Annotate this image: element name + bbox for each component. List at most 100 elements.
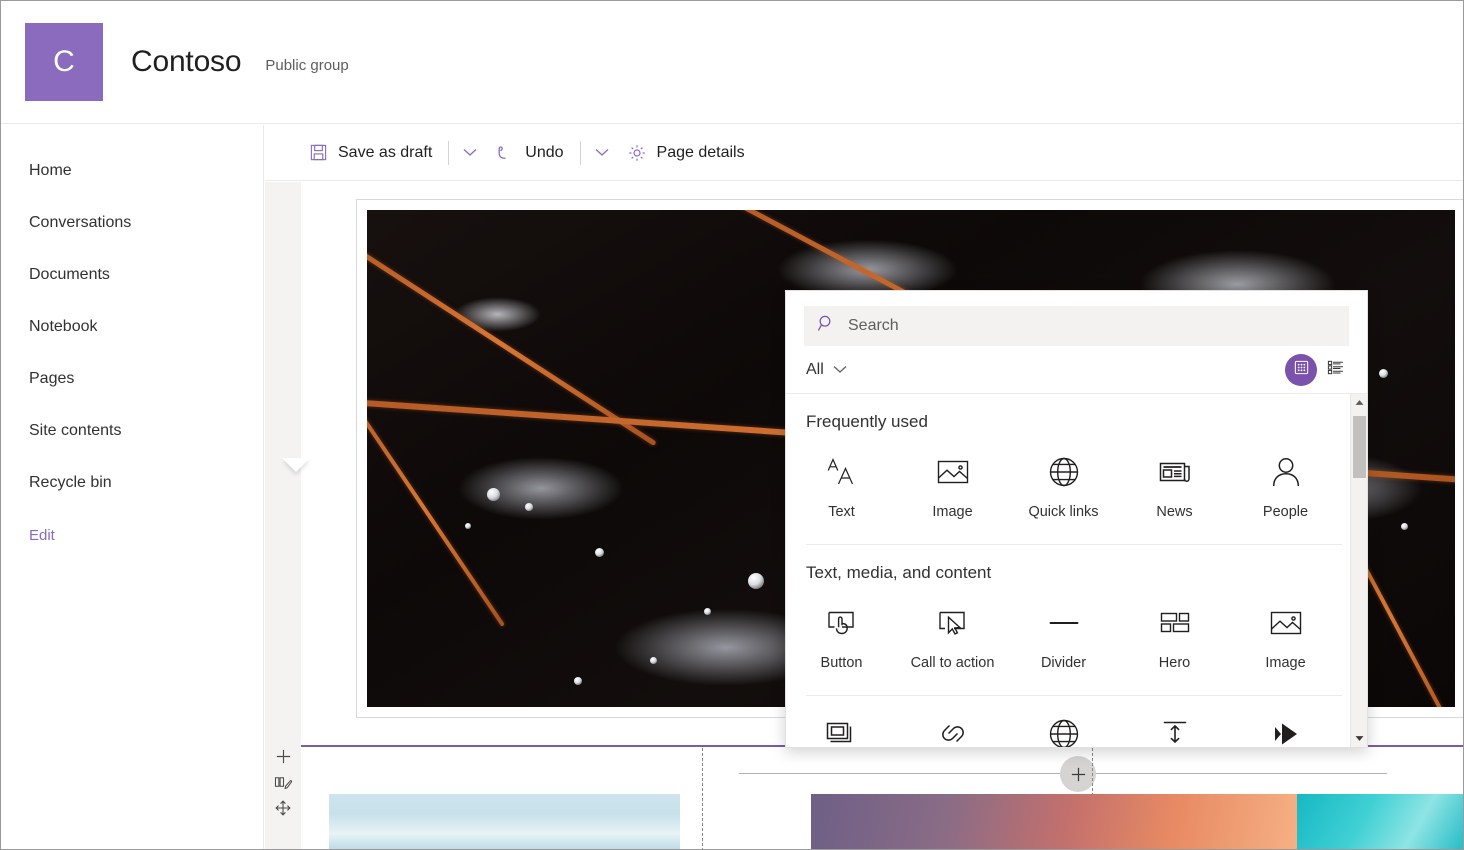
webpart-item-link[interactable] <box>897 710 1008 747</box>
webpart-item-label: Button <box>821 655 863 671</box>
webpart-item-label: Call to action <box>911 655 995 671</box>
hero-layout-icon <box>1159 605 1191 641</box>
call-to-action-icon <box>937 605 969 641</box>
save-icon <box>309 143 328 162</box>
webpart-item-label: Divider <box>1041 655 1086 671</box>
webpart-grid-text-media-content: Button Call to action <box>786 583 1342 695</box>
sidebar-item-label: Notebook <box>29 318 98 336</box>
webpart-item-call-to-action[interactable]: Call to action <box>897 599 1008 677</box>
sidebar-item-label: Documents <box>29 266 110 284</box>
sidebar-item-label: Home <box>29 162 72 180</box>
chevron-down-icon <box>833 361 847 379</box>
scrollbar-thumb[interactable] <box>1353 416 1366 478</box>
gear-icon <box>627 143 647 163</box>
edit-section-button[interactable] <box>269 768 297 796</box>
grid-view-toggle[interactable] <box>1285 354 1317 386</box>
divider-icon <box>1047 605 1081 641</box>
undo-label: Undo <box>525 144 563 162</box>
column-two-thumbnail[interactable] <box>811 794 1299 850</box>
webpart-item-embed[interactable] <box>1008 710 1119 747</box>
sidebar-edit-label: Edit <box>29 527 55 544</box>
column-guide-1 <box>702 748 703 850</box>
webpart-filter-row: All <box>786 346 1367 394</box>
undo-icon <box>495 143 515 163</box>
save-options-caret[interactable] <box>455 135 485 171</box>
move-section-button[interactable] <box>269 794 297 822</box>
webpart-item-label: News <box>1156 504 1192 520</box>
three-column-section <box>301 748 1463 850</box>
spacer-icon <box>1158 716 1192 747</box>
undo-options-caret[interactable] <box>587 135 617 171</box>
view-toggle-group <box>1285 354 1351 386</box>
webpart-item-people[interactable]: People <box>1230 448 1341 526</box>
globe-icon <box>1047 716 1081 747</box>
button-hand-icon <box>826 605 858 641</box>
sidebar-item-notebook[interactable]: Notebook <box>1 301 263 353</box>
page-details-label: Page details <box>657 144 745 162</box>
sidebar-item-conversations[interactable]: Conversations <box>1 197 263 249</box>
sidebar-item-label: Conversations <box>29 214 131 232</box>
webpart-item-image[interactable]: Image <box>897 448 1008 526</box>
site-header: C Contoso Public group <box>1 1 1463 124</box>
search-input[interactable] <box>848 317 1336 335</box>
group-title-frequently-used: Frequently used <box>786 394 1342 432</box>
search-icon <box>817 314 836 338</box>
webpart-item-label: Quick links <box>1028 504 1098 520</box>
person-icon <box>1269 454 1303 490</box>
webpart-item-quick-links[interactable]: Quick links <box>1008 448 1119 526</box>
caret-up-icon[interactable] <box>1351 394 1367 411</box>
sidebar-item-site-contents[interactable]: Site contents <box>1 405 263 457</box>
list-icon <box>1327 359 1344 381</box>
sidebar-item-label: Site contents <box>29 422 122 440</box>
webpart-item-button[interactable]: Button <box>786 599 897 677</box>
webpart-item-spacer[interactable] <box>1119 710 1230 747</box>
sidebar-item-home[interactable]: Home <box>1 145 263 197</box>
webpart-item-image-gallery[interactable] <box>786 710 897 747</box>
site-logo[interactable]: C <box>25 23 103 101</box>
sidebar-item-label: Recycle bin <box>29 474 112 492</box>
webpart-item-news[interactable]: News <box>1119 448 1230 526</box>
webpart-item-text[interactable]: Text <box>786 448 897 526</box>
webpart-list-body: Frequently used Text <box>786 394 1367 747</box>
text-aa-icon <box>825 454 859 490</box>
webpart-item-label: People <box>1263 504 1308 520</box>
link-icon <box>936 716 970 747</box>
webpart-item-label: Image <box>932 504 972 520</box>
column-three-thumbnail[interactable] <box>1297 794 1463 850</box>
webpart-grid-frequently-used: Text Image <box>786 432 1342 544</box>
panel-scrollbar[interactable] <box>1350 394 1367 747</box>
category-filter-dropdown[interactable]: All <box>806 361 847 379</box>
webpart-item-video[interactable] <box>1230 710 1341 747</box>
save-as-draft-label: Save as draft <box>338 144 432 162</box>
webpart-item-hero[interactable]: Hero <box>1119 599 1230 677</box>
webpart-item-label: Image <box>1265 655 1305 671</box>
add-section-button[interactable] <box>269 742 297 770</box>
undo-button[interactable]: Undo <box>485 133 573 173</box>
sidebar-item-pages[interactable]: Pages <box>1 353 263 405</box>
panel-callout-beak <box>282 458 310 472</box>
sidebar-item-documents[interactable]: Documents <box>1 249 263 301</box>
webpart-item-label: Hero <box>1159 655 1190 671</box>
video-play-icon <box>1269 716 1303 747</box>
caret-down-icon[interactable] <box>1351 730 1367 747</box>
save-as-draft-button[interactable]: Save as draft <box>299 133 442 173</box>
section-rail <box>265 182 301 850</box>
page-details-button[interactable]: Page details <box>617 133 755 173</box>
webpart-item-image-2[interactable]: Image <box>1230 599 1341 677</box>
list-view-toggle[interactable] <box>1319 354 1351 386</box>
webpart-scroll-area: Frequently used Text <box>786 394 1342 747</box>
command-divider-1 <box>448 141 449 165</box>
sidebar-item-label: Pages <box>29 370 74 388</box>
column-one-thumbnail[interactable] <box>329 794 680 850</box>
sidebar-edit-link[interactable]: Edit <box>1 509 263 561</box>
news-icon <box>1158 454 1192 490</box>
image-icon <box>1269 605 1303 641</box>
image-gallery-icon <box>825 716 859 747</box>
search-box[interactable] <box>804 306 1349 346</box>
command-bar: Save as draft Undo <box>265 125 1463 181</box>
command-divider-2 <box>580 141 581 165</box>
image-icon <box>936 454 970 490</box>
site-title: Contoso <box>131 45 241 79</box>
sidebar-item-recycle-bin[interactable]: Recycle bin <box>1 457 263 509</box>
webpart-item-divider[interactable]: Divider <box>1008 599 1119 677</box>
